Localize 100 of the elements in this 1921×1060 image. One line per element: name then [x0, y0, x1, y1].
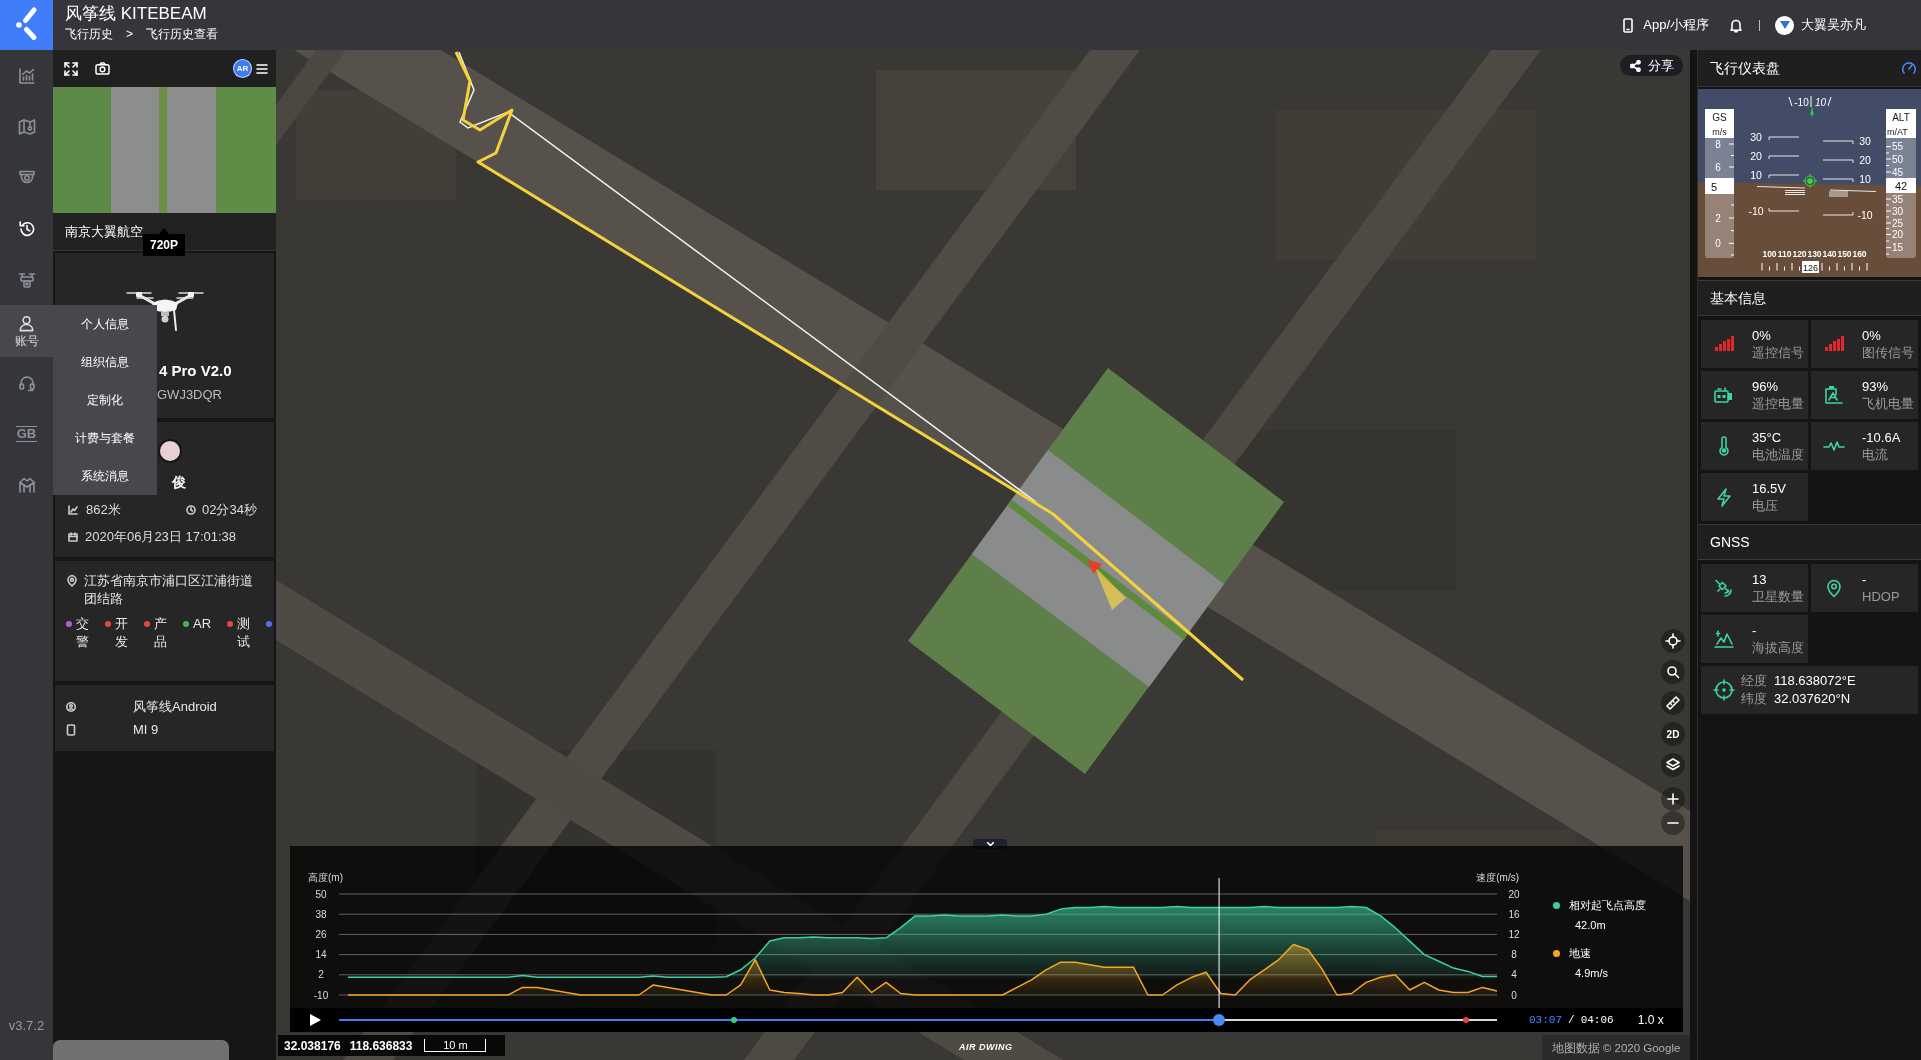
info-value: 0%: [1862, 327, 1882, 344]
app-title: 风筝线 KITEBEAM: [65, 4, 208, 24]
y-axis-tick-label: 50: [315, 888, 327, 900]
info-label: 图传信号: [1862, 344, 1914, 361]
coordinate-label: 纬度: [1741, 690, 1767, 708]
menu-item[interactable]: 计费与套餐: [53, 419, 157, 457]
altitude-scale-label: 30: [1892, 205, 1904, 217]
ruler-icon[interactable]: [1661, 691, 1685, 715]
pitch-scale-label: -10: [1857, 208, 1873, 221]
menu-item[interactable]: 组织信息: [53, 343, 157, 381]
info-label: 电流: [1862, 446, 1889, 463]
share-button[interactable]: 分享: [1620, 55, 1683, 76]
y-axis-title: 高度(m): [308, 872, 343, 883]
user-menu-button[interactable]: 大翼吴亦凡: [1775, 15, 1866, 35]
account-button[interactable]: 账号: [0, 305, 53, 357]
info-label: 卫星数量: [1752, 588, 1804, 605]
map-icon[interactable]: [16, 116, 37, 137]
bell-icon[interactable]: [1730, 17, 1742, 33]
app-logo-icon[interactable]: [0, 0, 53, 50]
clock-icon: [186, 505, 196, 515]
info-value: -10.6A: [1862, 429, 1901, 446]
pitch-scale-label: 20: [1750, 149, 1762, 162]
map-scale-bar: 10 m: [424, 1039, 487, 1052]
altitude-scale-label: 55: [1892, 141, 1904, 153]
analytics-icon[interactable]: [16, 65, 37, 86]
locate-icon[interactable]: [1661, 629, 1685, 653]
calendar-icon: [68, 532, 78, 542]
speed-tape-title: GS m/s: [1705, 109, 1734, 138]
legend-value: 42.0m: [1575, 918, 1606, 932]
pitch-scale-label: -10: [1748, 204, 1764, 217]
zoom-out-icon[interactable]: [1661, 811, 1685, 835]
tag-label: 测试: [237, 615, 251, 651]
tag-label: 产品: [154, 615, 167, 651]
info-value: 13: [1752, 571, 1768, 588]
flight-duration: 02分34秒: [202, 501, 257, 519]
pitch-scale-label: 20: [1859, 153, 1871, 166]
drone-position-icon: [1088, 560, 1126, 610]
search-icon[interactable]: [1661, 660, 1685, 684]
gb-button[interactable]: GB: [15, 425, 38, 442]
menu-icon[interactable]: [256, 63, 268, 74]
menu-item[interactable]: 个人信息: [53, 305, 157, 343]
heading-scale-label: 150: [1837, 249, 1852, 259]
speed-scale-label: 6: [1715, 161, 1721, 173]
playback-speed-button[interactable]: 1.0 x: [1637, 1013, 1664, 1027]
heading-scale-label: 110: [1777, 249, 1792, 259]
layers-icon[interactable]: [1661, 753, 1685, 777]
camera-icon[interactable]: [95, 62, 110, 75]
gauge-icon[interactable]: [1901, 60, 1917, 76]
ar-toggle-button[interactable]: AR: [233, 59, 252, 78]
y-axis-tick-label: 2: [318, 969, 324, 981]
person-icon: [17, 313, 36, 333]
share-icon: [1629, 59, 1641, 72]
menu-item[interactable]: 系统消息: [53, 457, 157, 495]
speed-readout: 5: [1705, 178, 1734, 194]
info-label: 遥控信号: [1752, 344, 1804, 361]
crosshair-icon: [1713, 679, 1735, 701]
app-download-link[interactable]: App/小程序: [1623, 16, 1709, 34]
tag-label: AR: [193, 615, 212, 633]
y-axis-tick-label: 38: [315, 908, 327, 920]
altitude-scale-label: 50: [1892, 153, 1904, 165]
info-label: 遥控电量: [1752, 395, 1804, 412]
info-value: 93%: [1862, 378, 1890, 395]
info-value: -: [1862, 571, 1868, 588]
timeline-track[interactable]: [339, 1014, 1497, 1026]
device-app: 风筝线Android: [133, 697, 217, 716]
zoom-in-icon[interactable]: [1661, 787, 1685, 811]
current-time: 03:07: [1529, 1013, 1562, 1027]
flight-distance: 862米: [86, 501, 122, 519]
map-attribution: 地图数据 © 2020 Google: [1551, 1040, 1681, 1055]
pitch-scale-label: 30: [1750, 130, 1762, 143]
aircraft-reticle-icon: [1802, 173, 1818, 189]
fullscreen-icon[interactable]: [64, 61, 78, 76]
user-circle-icon: [66, 701, 76, 712]
total-time: 04:06: [1580, 1013, 1614, 1027]
y-axis-tick-label: 14: [315, 949, 327, 961]
speed-scale-label: 2: [1715, 212, 1721, 224]
secondary-y-axis-tick-label: 4: [1511, 969, 1517, 981]
menu-item[interactable]: 定制化: [53, 381, 157, 419]
breadcrumb-item[interactable]: 飞行历史: [65, 26, 113, 42]
coordinate-value: 118.638072°E: [1774, 672, 1856, 690]
view-mode-button[interactable]: 2D: [1661, 722, 1685, 746]
section-title: GNSS: [1710, 533, 1750, 551]
heading-scale-label: 100: [1762, 249, 1777, 259]
play-icon[interactable]: [310, 1014, 321, 1026]
altitude-scale-label: 25: [1892, 217, 1904, 229]
info-label: HDOP: [1862, 588, 1900, 605]
secondary-y-axis-tick-label: 12: [1508, 928, 1520, 940]
altitude-scale-label: 15: [1892, 242, 1904, 254]
info-value: 35°C: [1752, 429, 1783, 446]
history-icon[interactable]: [16, 218, 37, 239]
heading-scale-label: 140: [1822, 249, 1837, 259]
info-value: -: [1752, 622, 1758, 639]
horizontal-scrollbar[interactable]: [53, 1040, 229, 1060]
device-model: MI 9: [133, 720, 159, 739]
playhead-handle[interactable]: [1213, 1014, 1226, 1026]
location-pin-icon: [67, 575, 77, 587]
map-longitude: 118.636833: [349, 1038, 413, 1053]
altitude-scale-label: 35: [1892, 193, 1904, 205]
roll-pointer-icon: [1810, 106, 1814, 118]
coordinate-value: 32.037620°N: [1774, 690, 1851, 708]
